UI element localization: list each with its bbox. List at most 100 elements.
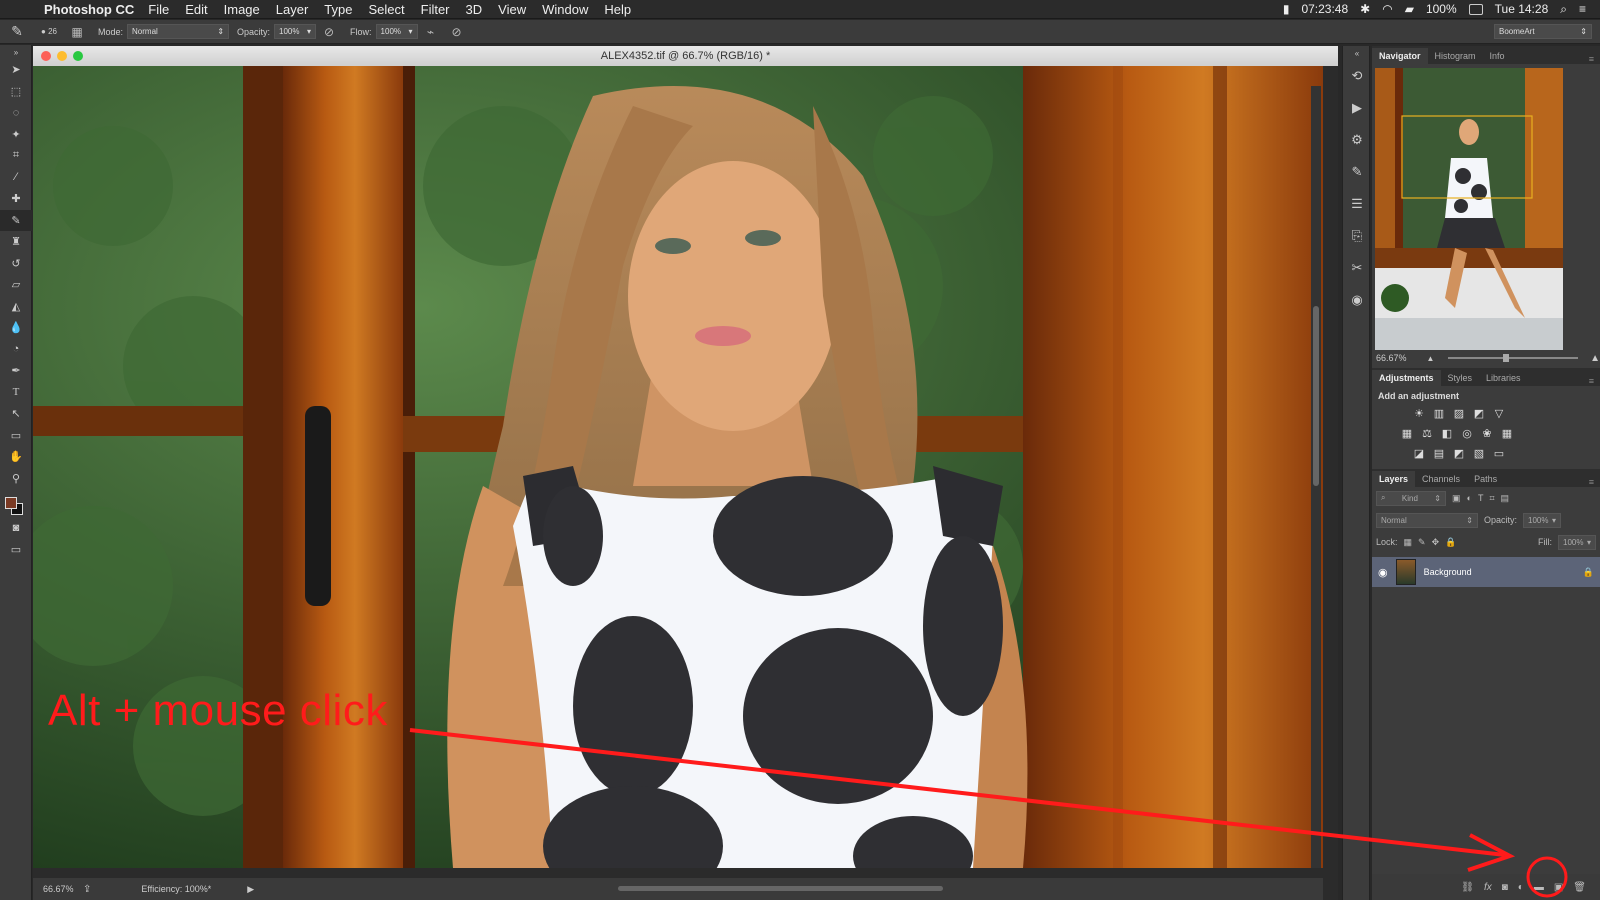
flag-icon[interactable]: ▰	[1405, 2, 1414, 16]
panel-menu-icon[interactable]: ≡	[1589, 477, 1600, 487]
brush-size[interactable]: ● 26	[34, 27, 64, 36]
layer-opacity-field[interactable]: 100% ▾	[1523, 512, 1562, 528]
hand-tool-icon[interactable]: ✋	[0, 446, 32, 468]
filter-adjustment-icon[interactable]: ◐	[1467, 493, 1472, 503]
properties-panel-icon[interactable]: ⚙	[1343, 124, 1371, 156]
menu-help[interactable]: Help	[604, 2, 631, 17]
navigator-preview[interactable]	[1375, 68, 1563, 350]
menu-layer[interactable]: Layer	[276, 2, 309, 17]
spotlight-icon[interactable]: ⌕	[1560, 2, 1567, 17]
menu-select[interactable]: Select	[368, 2, 404, 17]
quick-mask-icon[interactable]: ◙	[0, 517, 32, 539]
shape-tool-icon[interactable]: ▭	[0, 425, 32, 447]
layer-row-background[interactable]: ◉ Background 🔒	[1372, 557, 1600, 587]
brightness-icon[interactable]: ☀	[1412, 406, 1426, 420]
menu-edit[interactable]: Edit	[185, 2, 207, 17]
blur-tool-icon[interactable]: 💧	[0, 317, 32, 339]
magic-wand-tool-icon[interactable]: ✦	[0, 124, 32, 146]
lock-position-icon[interactable]: ✥	[1432, 537, 1440, 548]
filter-type-icon[interactable]: T	[1478, 493, 1484, 503]
actions-panel-icon[interactable]: ▶	[1343, 92, 1371, 124]
move-tool-icon[interactable]: ➤	[0, 59, 32, 81]
dodge-tool-icon[interactable]: ◔	[0, 339, 32, 361]
filter-smart-icon[interactable]: ▤	[1501, 493, 1510, 504]
vertical-scrollbar[interactable]	[1311, 86, 1321, 868]
type-tool-icon[interactable]: T	[0, 382, 32, 404]
collapse-icon[interactable]: »	[0, 45, 32, 59]
levels-icon[interactable]: ▥	[1432, 406, 1446, 420]
wifi-icon[interactable]: ◠	[1382, 2, 1392, 16]
layer-style-icon[interactable]: fx	[1484, 882, 1492, 893]
color-lookup-icon[interactable]: ▦	[1500, 426, 1514, 440]
menu-file[interactable]: File	[148, 2, 169, 17]
notification-icon[interactable]: ≡	[1579, 2, 1586, 16]
zoom-field[interactable]: 66.67%	[43, 884, 83, 894]
adjust-sliders-icon[interactable]: ☰	[1343, 188, 1371, 220]
tab-paths[interactable]: Paths	[1467, 471, 1504, 487]
layer-name[interactable]: Background	[1424, 567, 1472, 577]
horizontal-scrollbar-thumb[interactable]	[618, 886, 943, 891]
eyedropper-tool-icon[interactable]: ⁄	[0, 167, 32, 189]
tab-styles[interactable]: Styles	[1441, 370, 1480, 386]
brush-tool-icon[interactable]: ✎	[0, 209, 32, 231]
exposure-icon[interactable]: ◩	[1472, 406, 1486, 420]
selective-color-icon[interactable]: ▧	[1472, 446, 1486, 460]
navigator-zoom-value[interactable]: 66.67%	[1376, 353, 1407, 363]
tray-icon[interactable]: ▮	[1283, 2, 1290, 16]
status-menu-arrow-icon[interactable]: ▶	[247, 884, 254, 895]
invert-icon[interactable]: ◪	[1412, 446, 1426, 460]
photo-filter-icon[interactable]: ◎	[1460, 426, 1474, 440]
clone-stamp-tool-icon[interactable]: ♜	[0, 231, 32, 253]
new-layer-icon[interactable]: ▣	[1554, 882, 1563, 893]
tab-channels[interactable]: Channels	[1415, 471, 1467, 487]
menu-3d[interactable]: 3D	[466, 2, 483, 17]
brush-panel-icon[interactable]: ▦	[70, 25, 84, 39]
new-group-icon[interactable]: ▬	[1534, 882, 1544, 893]
bluetooth-icon[interactable]: ✱	[1360, 2, 1370, 16]
pressure-opacity-icon[interactable]: ⊘	[322, 25, 336, 39]
tab-info[interactable]: Info	[1483, 48, 1512, 64]
screen-mode-icon[interactable]: ▭	[0, 539, 32, 561]
clone-source-icon[interactable]: ⎘	[1343, 220, 1371, 252]
pressure-size-icon[interactable]: ⊘	[450, 25, 464, 39]
navigator-zoom-knob[interactable]	[1503, 354, 1510, 362]
crop-tool-icon[interactable]: ⌗	[0, 145, 32, 167]
battery-icon[interactable]	[1468, 3, 1483, 15]
zoom-out-icon[interactable]: ▲	[1427, 354, 1435, 363]
plugin-icon[interactable]: ◉	[1343, 284, 1371, 316]
lasso-tool-icon[interactable]: ◌	[0, 102, 32, 124]
foreground-color[interactable]	[5, 497, 17, 509]
navigator-zoom-slider[interactable]	[1448, 354, 1579, 362]
healing-brush-tool-icon[interactable]: ✚	[0, 188, 32, 210]
layer-kind-filter[interactable]: ⌕ Kind ⇕	[1376, 490, 1446, 506]
threshold-icon[interactable]: ◩	[1452, 446, 1466, 460]
opacity-field[interactable]: 100% ▾	[274, 24, 317, 39]
eye-icon[interactable]: ◉	[1378, 566, 1388, 579]
lock-transparency-icon[interactable]: ▦	[1404, 537, 1413, 548]
collapse-icon[interactable]: «	[1343, 46, 1371, 60]
paint-bucket-tool-icon[interactable]: ◭	[0, 296, 32, 318]
posterize-icon[interactable]: ▤	[1432, 446, 1446, 460]
airbrush-icon[interactable]: ⌁	[424, 25, 438, 39]
document-titlebar[interactable]: ALEX4352.tif @ 66.7% (RGB/16) *	[33, 46, 1338, 66]
filter-pixel-icon[interactable]: ▣	[1452, 493, 1461, 504]
layer-fill-field[interactable]: 100% ▾	[1558, 534, 1596, 550]
battery-percent[interactable]: 100%	[1426, 2, 1457, 16]
flow-field[interactable]: 100% ▾	[375, 24, 418, 39]
menu-view[interactable]: View	[498, 2, 526, 17]
history-panel-icon[interactable]: ⟲	[1343, 60, 1371, 92]
tab-histogram[interactable]: Histogram	[1428, 48, 1483, 64]
hue-saturation-icon[interactable]: ▦	[1400, 426, 1414, 440]
menu-window[interactable]: Window	[542, 2, 588, 17]
curves-icon[interactable]: ▨	[1452, 406, 1466, 420]
app-name-menu[interactable]: Photoshop CC	[44, 2, 134, 17]
black-white-icon[interactable]: ◧	[1440, 426, 1454, 440]
add-mask-icon[interactable]: ◙	[1502, 882, 1508, 893]
channel-mixer-icon[interactable]: ❀	[1480, 426, 1494, 440]
brush-presets-icon[interactable]: ✎	[1343, 156, 1371, 188]
tab-layers[interactable]: Layers	[1372, 471, 1416, 487]
export-icon[interactable]: ⇪	[83, 884, 91, 895]
document-canvas[interactable]	[33, 66, 1323, 868]
pen-tool-icon[interactable]: ✒	[0, 360, 32, 382]
color-swatches[interactable]	[0, 489, 32, 517]
